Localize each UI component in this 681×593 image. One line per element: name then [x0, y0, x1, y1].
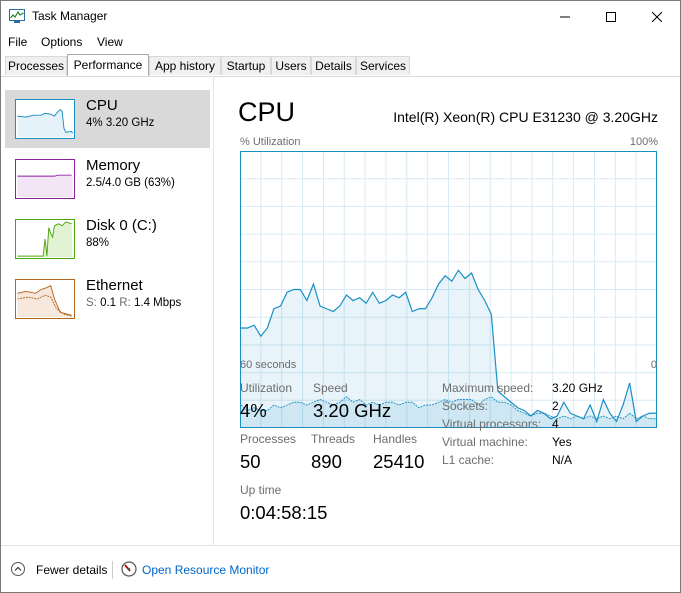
graph-ylabel: % Utilization — [240, 136, 301, 148]
threads-label: Threads — [311, 432, 356, 446]
sidebar-item-label: Memory — [86, 157, 141, 174]
handles-label: Handles — [373, 432, 418, 446]
menu-bar: File Options View — [1, 32, 680, 52]
task-manager-icon — [9, 9, 25, 23]
uptime-label: Up time — [240, 483, 282, 497]
resource-list: CPU 4% 3.20 GHz Memory 2.5/4.0 GB (63%) … — [1, 77, 213, 545]
window-title: Task Manager — [32, 9, 108, 23]
disk-thumbnail — [15, 219, 75, 259]
fewer-details-link[interactable]: Fewer details — [36, 563, 107, 577]
tab-users[interactable]: Users — [271, 56, 311, 75]
spec-value: 4 — [552, 417, 559, 431]
performance-content: CPU 4% 3.20 GHz Memory 2.5/4.0 GB (63%) … — [1, 77, 680, 545]
uptime-value: 0:04:58:15 — [240, 502, 328, 523]
chevron-up-icon — [14, 566, 22, 571]
sidebar-item-label: CPU — [86, 97, 118, 114]
receive-value: 1.4 Mbps — [133, 297, 182, 309]
spec-value: Yes — [552, 435, 572, 449]
threads-value: 890 — [311, 451, 342, 472]
sidebar-item-label: Ethernet — [86, 277, 143, 294]
tab-startup[interactable]: Startup — [221, 56, 271, 75]
sidebar-item-label: Disk 0 (C:) — [86, 217, 157, 234]
sidebar-item-ethernet[interactable]: Ethernet S: 0.1 R: 1.4 Mbps — [5, 270, 210, 328]
cpu-model-name: Intel(R) Xeon(R) CPU E31230 @ 3.20GHz — [393, 109, 658, 125]
close-button[interactable] — [634, 1, 680, 32]
tab-processes[interactable]: Processes — [5, 56, 67, 75]
menu-view[interactable]: View — [97, 35, 123, 49]
spec-label: Maximum speed: — [442, 381, 534, 395]
sidebar-item-detail: 4% 3.20 GHz — [86, 117, 155, 129]
sidebar-item-memory[interactable]: Memory 2.5/4.0 GB (63%) — [5, 150, 210, 208]
handles-value: 25410 — [373, 451, 425, 472]
minimize-icon — [560, 16, 570, 17]
page-title: CPU — [238, 97, 296, 127]
spec-value: 3.20 GHz — [552, 381, 603, 395]
sidebar-item-cpu[interactable]: CPU 4% 3.20 GHz — [5, 90, 210, 148]
spec-value: N/A — [552, 453, 573, 467]
footer-separator — [112, 561, 113, 579]
send-value: 0.1 — [100, 297, 117, 309]
fewer-details-button[interactable] — [11, 562, 25, 576]
tab-strip: Processes Performance App history Startu… — [5, 54, 680, 76]
spec-label: Virtual processors: — [442, 417, 542, 431]
menu-options[interactable]: Options — [41, 35, 82, 49]
processes-value: 50 — [240, 451, 261, 472]
utilization-value: 4% — [240, 400, 267, 421]
ethernet-thumbnail — [15, 279, 75, 319]
footer-bar: Fewer details Open Resource Monitor — [1, 545, 680, 593]
cpu-thumbnail — [15, 99, 75, 139]
maximize-icon — [606, 11, 616, 22]
spec-value: 2 — [552, 399, 559, 413]
speed-label: Speed — [313, 381, 348, 395]
menu-file[interactable]: File — [8, 35, 27, 49]
processes-label: Processes — [240, 432, 297, 446]
task-manager-window: Task Manager File Options View Processes… — [0, 0, 681, 593]
sidebar-item-disk[interactable]: Disk 0 (C:) 88% — [5, 210, 210, 268]
tab-performance[interactable]: Performance — [67, 54, 149, 76]
graph-xmax-label: 0 — [650, 359, 657, 371]
title-bar[interactable]: Task Manager — [1, 1, 680, 32]
graph-xlabel: 60 seconds — [240, 359, 297, 371]
tab-details[interactable]: Details — [311, 56, 356, 75]
spec-label: Sockets: — [442, 399, 489, 413]
spec-label: Virtual machine: — [442, 435, 528, 449]
tab-app-history[interactable]: App history — [149, 56, 221, 75]
close-icon — [652, 11, 662, 22]
utilization-label: Utilization — [240, 381, 293, 395]
resource-monitor-icon — [121, 561, 137, 577]
tab-services[interactable]: Services — [356, 56, 410, 75]
sidebar-item-detail: 2.5/4.0 GB (63%) — [86, 177, 175, 189]
memory-thumbnail — [15, 159, 75, 199]
sidebar-item-detail: 88% — [86, 237, 110, 249]
minimize-button[interactable] — [542, 1, 588, 32]
send-label: S: — [86, 297, 97, 309]
spec-label: L1 cache: — [442, 453, 495, 467]
graph-ymax-label: 100% — [629, 136, 658, 148]
receive-label: R: — [119, 297, 131, 309]
sidebar-item-detail: S: 0.1 R: 1.4 Mbps — [86, 297, 181, 309]
open-resource-monitor-link[interactable]: Open Resource Monitor — [142, 563, 269, 577]
cpu-detail-pane: CPU Intel(R) Xeon(R) CPU E31230 @ 3.20GH… — [214, 77, 680, 545]
speed-value: 3.20 GHz — [313, 400, 392, 421]
maximize-button[interactable] — [588, 1, 634, 32]
